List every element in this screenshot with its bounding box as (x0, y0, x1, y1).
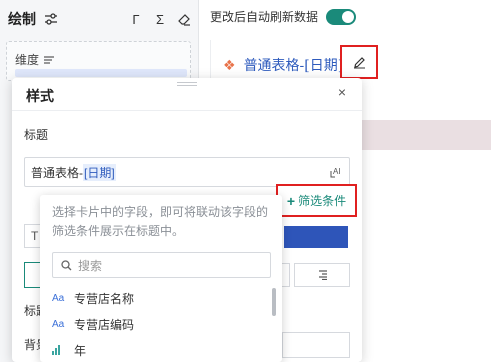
svg-text:AI: AI (333, 167, 341, 176)
field-item[interactable]: Aa 专营店名称 (52, 288, 252, 308)
close-icon[interactable]: × (334, 84, 350, 100)
filter-button-label: 筛选条件 (298, 194, 347, 208)
settings-sliders-icon[interactable] (44, 12, 58, 26)
eraser-icon[interactable] (177, 12, 191, 26)
text-field-icon: Aa (52, 292, 65, 304)
date-hierarchy-icon (52, 345, 66, 355)
field-picker-hint: 选择卡片中的字段，即可将联动该字段的筛选条件展示在标题中。 (52, 205, 269, 238)
font-style-icon[interactable]: AI (329, 165, 343, 182)
title-section-label: 标题 (24, 128, 49, 142)
edit-title-button[interactable] (340, 45, 378, 79)
panel-title: 绘制 (8, 11, 36, 27)
drag-handle[interactable] (177, 82, 197, 86)
dialog-title: 样式 (26, 88, 54, 104)
auto-refresh-toggle[interactable] (326, 8, 357, 25)
card-title-row: ❖ 普通表格-[日期] (223, 55, 343, 75)
divider (12, 110, 362, 111)
list-filter-icon[interactable] (43, 55, 55, 65)
text-field-icon: Aa (52, 318, 65, 330)
dimension-chip[interactable] (15, 69, 187, 77)
field-item[interactable]: Aa 专营店编码 (52, 314, 252, 334)
field-item-label: 专营店名称 (74, 291, 135, 306)
color-swatch[interactable] (284, 226, 348, 248)
card-title: 普通表格-[日期] (243, 58, 344, 74)
field-item-label: 年 (74, 343, 87, 358)
scrollbar-thumb[interactable] (272, 288, 276, 316)
add-filter-condition-button[interactable]: + 筛选条件 (276, 184, 357, 217)
search-input[interactable]: 搜索 (52, 252, 271, 278)
field-item-label: 专营店编码 (74, 317, 135, 332)
field-picker-popup: 选择卡片中的字段，即可将联动该字段的筛选条件展示在标题中。 搜索 Aa 专营店名… (40, 195, 282, 362)
search-icon (61, 259, 72, 270)
left-panel-header: 绘制 Γ Σ (0, 0, 199, 38)
title-input-text: 普通表格- (31, 165, 83, 180)
auto-refresh-label: 更改后自动刷新数据 (210, 10, 319, 24)
search-placeholder: 搜索 (78, 258, 103, 273)
title-input[interactable]: 普通表格- [日期] AI (24, 157, 350, 187)
auto-refresh-row: 更改后自动刷新数据 (210, 8, 357, 25)
align-button-partial[interactable] (282, 263, 290, 287)
sigma-icon[interactable]: Σ (153, 12, 167, 27)
toolbar: Γ Σ (129, 12, 191, 27)
plus-icon: + (286, 192, 296, 209)
dimension-dropzone[interactable]: 维度 (6, 41, 191, 81)
title-field-token[interactable]: [日期] (83, 163, 116, 181)
corner-tool-icon[interactable]: Γ (129, 12, 143, 27)
dimension-label: 维度 (15, 51, 55, 68)
pencil-icon (353, 56, 365, 68)
align-right-button[interactable] (294, 263, 350, 287)
diamond-icon: ❖ (223, 56, 236, 73)
background-input[interactable] (282, 332, 350, 358)
align-right-icon (319, 270, 327, 280)
field-item[interactable]: 年 (52, 340, 252, 360)
dimension-text: 维度 (15, 53, 40, 67)
